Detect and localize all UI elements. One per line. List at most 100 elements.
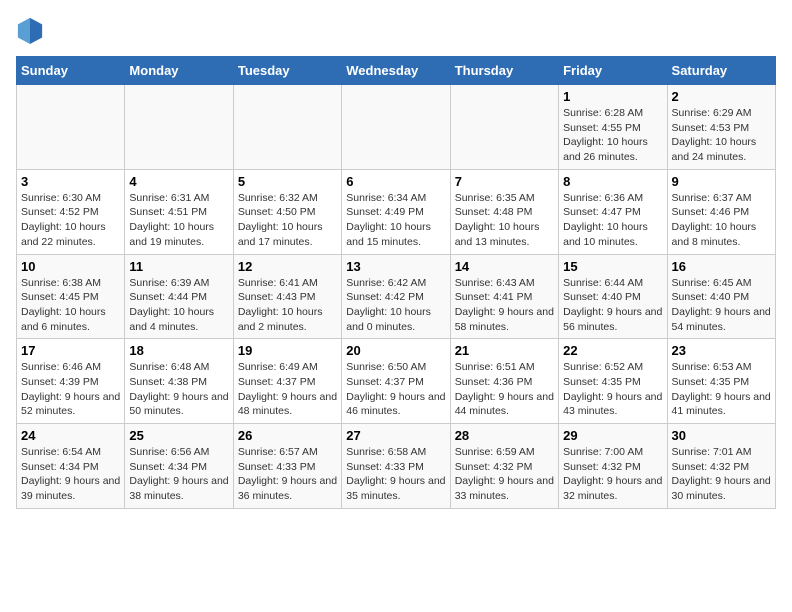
day-info: Sunrise: 6:48 AM Sunset: 4:38 PM Dayligh… <box>129 360 228 419</box>
calendar-cell: 11 Sunrise: 6:39 AM Sunset: 4:44 PM Dayli… <box>125 254 233 339</box>
day-info: Sunrise: 6:39 AM Sunset: 4:44 PM Dayligh… <box>129 276 228 335</box>
day-info: Sunrise: 6:41 AM Sunset: 4:43 PM Dayligh… <box>238 276 337 335</box>
day-number: 26 <box>238 428 337 443</box>
calendar-cell: 14 Sunrise: 6:43 AM Sunset: 4:41 PM Dayli… <box>450 254 558 339</box>
calendar-cell: 17 Sunrise: 6:46 AM Sunset: 4:39 PM Dayli… <box>17 339 125 424</box>
day-info: Sunrise: 6:28 AM Sunset: 4:55 PM Dayligh… <box>563 106 662 165</box>
calendar-cell <box>342 85 450 170</box>
day-number: 7 <box>455 174 554 189</box>
day-number: 6 <box>346 174 445 189</box>
day-header-tuesday: Tuesday <box>233 57 341 85</box>
day-info: Sunrise: 6:50 AM Sunset: 4:37 PM Dayligh… <box>346 360 445 419</box>
calendar-cell: 5 Sunrise: 6:32 AM Sunset: 4:50 PM Daylig… <box>233 169 341 254</box>
day-info: Sunrise: 6:57 AM Sunset: 4:33 PM Dayligh… <box>238 445 337 504</box>
day-number: 5 <box>238 174 337 189</box>
calendar-week-row: 17 Sunrise: 6:46 AM Sunset: 4:39 PM Dayli… <box>17 339 776 424</box>
day-header-thursday: Thursday <box>450 57 558 85</box>
day-info: Sunrise: 6:36 AM Sunset: 4:47 PM Dayligh… <box>563 191 662 250</box>
day-info: Sunrise: 6:53 AM Sunset: 4:35 PM Dayligh… <box>672 360 771 419</box>
day-number: 14 <box>455 259 554 274</box>
calendar-cell: 22Sunrise: 6:52 AM Sunset: 4:35 PM Dayli… <box>559 339 667 424</box>
calendar-cell <box>450 85 558 170</box>
calendar-cell: 9Sunrise: 6:37 AM Sunset: 4:46 PM Daylig… <box>667 169 775 254</box>
calendar-cell <box>17 85 125 170</box>
calendar-week-row: 3 Sunrise: 6:30 AM Sunset: 4:52 PM Daylig… <box>17 169 776 254</box>
day-number: 15 <box>563 259 662 274</box>
calendar-cell: 19 Sunrise: 6:49 AM Sunset: 4:37 PM Dayli… <box>233 339 341 424</box>
day-info: Sunrise: 6:49 AM Sunset: 4:37 PM Dayligh… <box>238 360 337 419</box>
calendar-cell: 23 Sunrise: 6:53 AM Sunset: 4:35 PM Dayli… <box>667 339 775 424</box>
day-number: 13 <box>346 259 445 274</box>
day-info: Sunrise: 6:37 AM Sunset: 4:46 PM Dayligh… <box>672 191 771 250</box>
calendar-cell: 29Sunrise: 7:00 AM Sunset: 4:32 PM Dayli… <box>559 424 667 509</box>
calendar-cell: 24Sunrise: 6:54 AM Sunset: 4:34 PM Dayli… <box>17 424 125 509</box>
day-header-wednesday: Wednesday <box>342 57 450 85</box>
calendar-cell <box>233 85 341 170</box>
day-header-saturday: Saturday <box>667 57 775 85</box>
day-header-friday: Friday <box>559 57 667 85</box>
day-info: Sunrise: 6:54 AM Sunset: 4:34 PM Dayligh… <box>21 445 120 504</box>
day-info: Sunrise: 6:59 AM Sunset: 4:32 PM Dayligh… <box>455 445 554 504</box>
day-number: 27 <box>346 428 445 443</box>
day-number: 25 <box>129 428 228 443</box>
day-info: Sunrise: 6:42 AM Sunset: 4:42 PM Dayligh… <box>346 276 445 335</box>
calendar-cell: 8Sunrise: 6:36 AM Sunset: 4:47 PM Daylig… <box>559 169 667 254</box>
day-number: 4 <box>129 174 228 189</box>
calendar-week-row: 24Sunrise: 6:54 AM Sunset: 4:34 PM Dayli… <box>17 424 776 509</box>
calendar-cell: 21Sunrise: 6:51 AM Sunset: 4:36 PM Dayli… <box>450 339 558 424</box>
day-info: Sunrise: 7:01 AM Sunset: 4:32 PM Dayligh… <box>672 445 771 504</box>
calendar-cell: 16 Sunrise: 6:45 AM Sunset: 4:40 PM Dayli… <box>667 254 775 339</box>
day-info: Sunrise: 6:44 AM Sunset: 4:40 PM Dayligh… <box>563 276 662 335</box>
day-number: 19 <box>238 343 337 358</box>
day-number: 22 <box>563 343 662 358</box>
day-number: 21 <box>455 343 554 358</box>
day-info: Sunrise: 6:58 AM Sunset: 4:33 PM Dayligh… <box>346 445 445 504</box>
day-info: Sunrise: 6:29 AM Sunset: 4:53 PM Dayligh… <box>672 106 771 165</box>
calendar-cell: 18 Sunrise: 6:48 AM Sunset: 4:38 PM Dayli… <box>125 339 233 424</box>
day-number: 30 <box>672 428 771 443</box>
calendar-cell: 26 Sunrise: 6:57 AM Sunset: 4:33 PM Dayli… <box>233 424 341 509</box>
calendar-cell: 13 Sunrise: 6:42 AM Sunset: 4:42 PM Dayli… <box>342 254 450 339</box>
day-number: 16 <box>672 259 771 274</box>
day-info: Sunrise: 6:35 AM Sunset: 4:48 PM Dayligh… <box>455 191 554 250</box>
day-info: Sunrise: 6:38 AM Sunset: 4:45 PM Dayligh… <box>21 276 120 335</box>
calendar-table: SundayMondayTuesdayWednesdayThursdayFrid… <box>16 56 776 509</box>
day-number: 10 <box>21 259 120 274</box>
calendar-week-row: 10 Sunrise: 6:38 AM Sunset: 4:45 PM Dayli… <box>17 254 776 339</box>
calendar-cell: 6Sunrise: 6:34 AM Sunset: 4:49 PM Daylig… <box>342 169 450 254</box>
day-info: Sunrise: 6:45 AM Sunset: 4:40 PM Dayligh… <box>672 276 771 335</box>
day-info: Sunrise: 6:30 AM Sunset: 4:52 PM Dayligh… <box>21 191 120 250</box>
calendar-header-row: SundayMondayTuesdayWednesdayThursdayFrid… <box>17 57 776 85</box>
day-info: Sunrise: 6:43 AM Sunset: 4:41 PM Dayligh… <box>455 276 554 335</box>
day-number: 12 <box>238 259 337 274</box>
day-info: Sunrise: 6:31 AM Sunset: 4:51 PM Dayligh… <box>129 191 228 250</box>
day-number: 1 <box>563 89 662 104</box>
day-number: 17 <box>21 343 120 358</box>
calendar-cell: 10 Sunrise: 6:38 AM Sunset: 4:45 PM Dayli… <box>17 254 125 339</box>
calendar-cell: 2 Sunrise: 6:29 AM Sunset: 4:53 PM Daylig… <box>667 85 775 170</box>
day-number: 18 <box>129 343 228 358</box>
calendar-cell: 30 Sunrise: 7:01 AM Sunset: 4:32 PM Dayli… <box>667 424 775 509</box>
calendar-week-row: 1 Sunrise: 6:28 AM Sunset: 4:55 PM Daylig… <box>17 85 776 170</box>
calendar-cell: 27 Sunrise: 6:58 AM Sunset: 4:33 PM Dayli… <box>342 424 450 509</box>
day-number: 20 <box>346 343 445 358</box>
calendar-cell: 3 Sunrise: 6:30 AM Sunset: 4:52 PM Daylig… <box>17 169 125 254</box>
day-number: 2 <box>672 89 771 104</box>
logo <box>16 16 48 44</box>
day-info: Sunrise: 7:00 AM Sunset: 4:32 PM Dayligh… <box>563 445 662 504</box>
calendar-cell: 4 Sunrise: 6:31 AM Sunset: 4:51 PM Daylig… <box>125 169 233 254</box>
day-info: Sunrise: 6:56 AM Sunset: 4:34 PM Dayligh… <box>129 445 228 504</box>
day-info: Sunrise: 6:32 AM Sunset: 4:50 PM Dayligh… <box>238 191 337 250</box>
day-info: Sunrise: 6:46 AM Sunset: 4:39 PM Dayligh… <box>21 360 120 419</box>
day-header-monday: Monday <box>125 57 233 85</box>
calendar-cell: 12 Sunrise: 6:41 AM Sunset: 4:43 PM Dayli… <box>233 254 341 339</box>
calendar-cell: 7 Sunrise: 6:35 AM Sunset: 4:48 PM Daylig… <box>450 169 558 254</box>
calendar-cell: 20 Sunrise: 6:50 AM Sunset: 4:37 PM Dayli… <box>342 339 450 424</box>
day-number: 23 <box>672 343 771 358</box>
calendar-cell: 15 Sunrise: 6:44 AM Sunset: 4:40 PM Dayli… <box>559 254 667 339</box>
day-number: 11 <box>129 259 228 274</box>
calendar-cell: 1 Sunrise: 6:28 AM Sunset: 4:55 PM Daylig… <box>559 85 667 170</box>
day-number: 3 <box>21 174 120 189</box>
day-number: 28 <box>455 428 554 443</box>
header <box>16 16 776 44</box>
